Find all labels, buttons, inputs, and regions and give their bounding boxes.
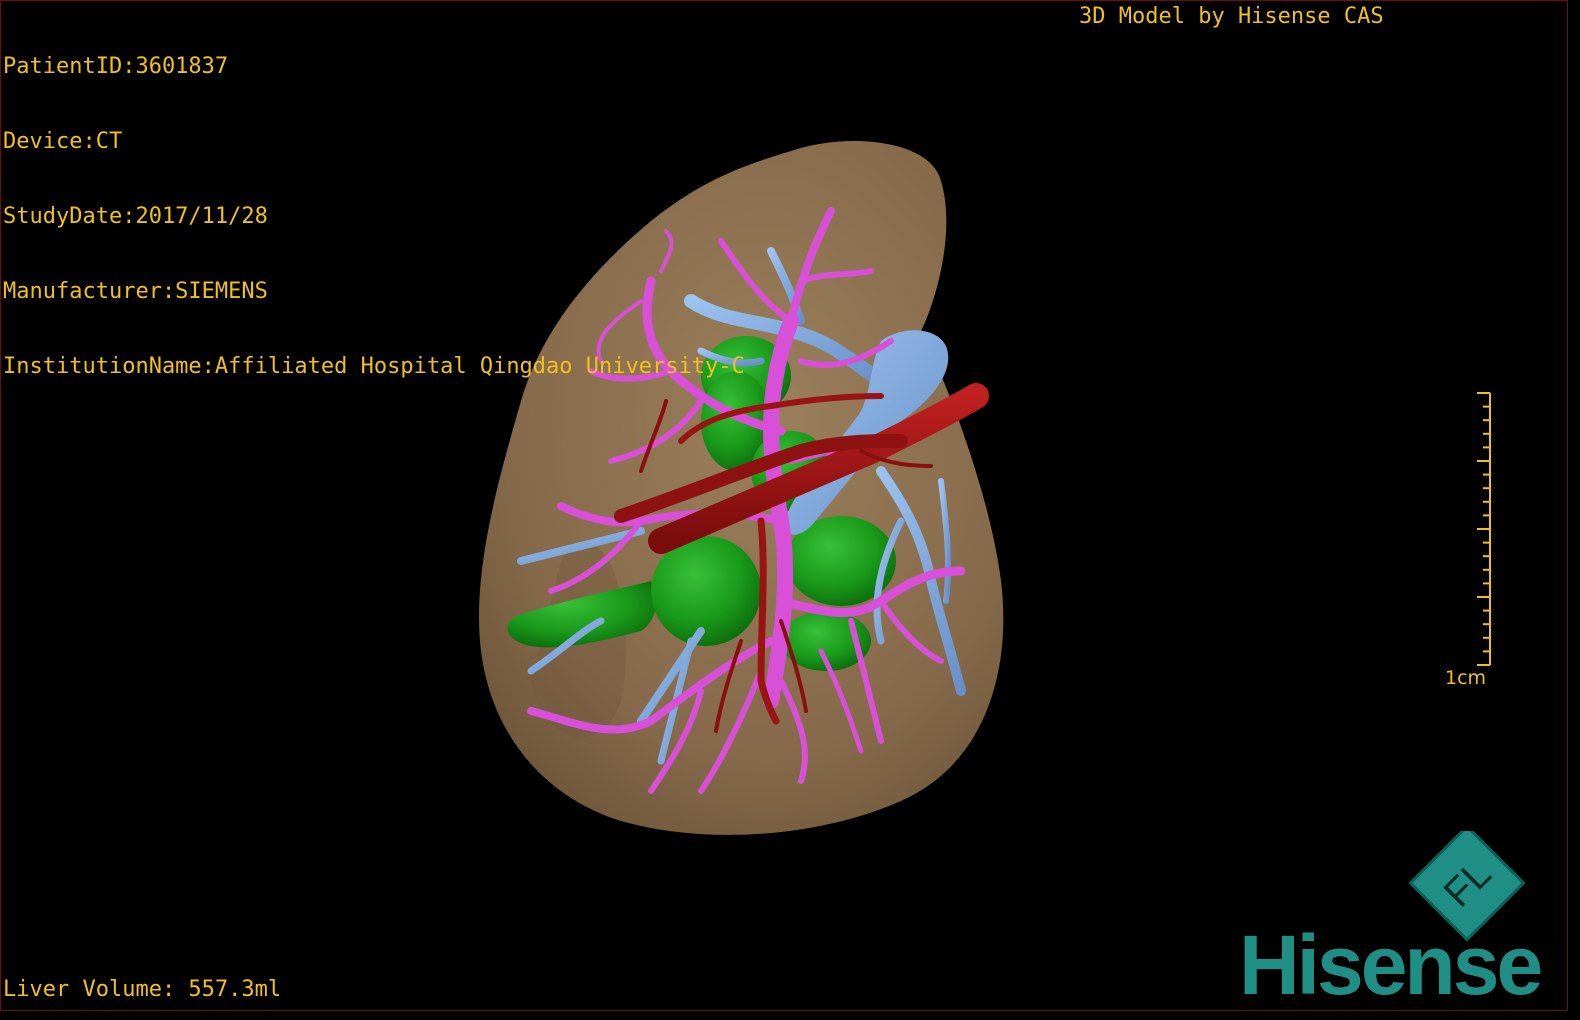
manufacturer-text: Manufacturer:SIEMENS <box>3 279 268 304</box>
scale-label: 1cm <box>1445 667 1487 689</box>
device-text: Device:CT <box>3 129 123 154</box>
patient-id-text: PatientID:3601837 <box>3 54 229 79</box>
scale-bar <box>1477 392 1491 666</box>
model-credit-text: 3D Model by Hisense CAS <box>1079 4 1384 29</box>
liver-volume-text: Liver Volume: 557.3ml <box>3 977 282 1002</box>
study-date-text: StudyDate:2017/11/28 <box>3 204 268 229</box>
3d-viewport[interactable]: PatientID:3601837 Device:CT StudyDate:20… <box>0 0 1568 1011</box>
dicom-info-overlay: PatientID:3601837 Device:CT StudyDate:20… <box>3 4 745 429</box>
institution-text: InstitutionName:Affiliated Hospital Qing… <box>3 354 745 379</box>
hisense-brand-text: Hisense <box>1239 918 1543 1011</box>
